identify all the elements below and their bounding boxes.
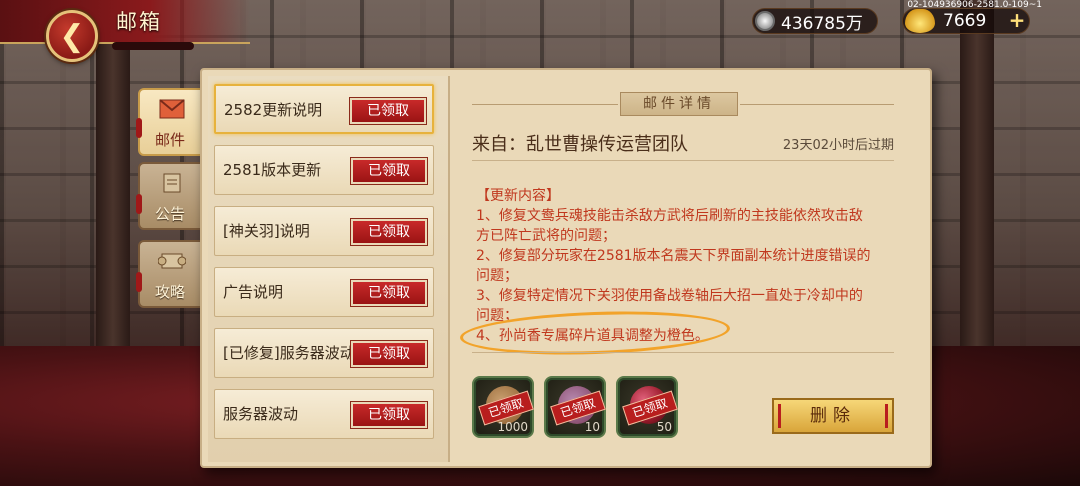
divider xyxy=(472,352,894,353)
claimed-badge: 已领取 xyxy=(349,97,427,125)
mail-icon xyxy=(159,99,185,119)
tab-guide-label: 攻略 xyxy=(154,283,185,301)
tab-guide[interactable]: 攻略 xyxy=(138,240,202,308)
claimed-badge: 已领取 xyxy=(350,218,428,246)
mail-expire: 23天02小时后过期 xyxy=(782,138,894,153)
mail-subject: 广告说明 xyxy=(223,283,284,301)
tab-notice[interactable]: 公告 xyxy=(138,162,202,230)
attachment-qty: 50 xyxy=(656,420,672,434)
mail-list-item[interactable]: [已修复]服务器波动 已领取 xyxy=(214,328,434,378)
attachment-item[interactable]: 已领取 50 xyxy=(616,376,678,438)
claimed-badge: 已领取 xyxy=(350,401,428,429)
add-gold-button[interactable]: + xyxy=(1007,10,1027,31)
divider xyxy=(472,104,618,105)
claimed-badge: 已领取 xyxy=(350,157,428,185)
mail-list-item[interactable]: [神关羽]说明 已领取 xyxy=(214,206,434,256)
tab-mail[interactable]: 邮件 xyxy=(138,88,202,156)
mail-subject: 2582更新说明 xyxy=(224,101,323,119)
attachment-item[interactable]: 已领取 1000 xyxy=(472,376,534,438)
mail-subject: 服务器波动 xyxy=(223,405,299,423)
divider xyxy=(472,160,894,161)
silver-counter: 436785万 xyxy=(752,8,878,34)
delete-button[interactable]: 删除 xyxy=(772,398,894,434)
mail-list-item[interactable]: 2582更新说明 已领取 xyxy=(214,84,434,134)
silver-amount: 436785万 xyxy=(781,13,863,34)
attachment-qty: 10 xyxy=(584,420,600,434)
mail-list-item[interactable]: 2581版本更新 已领取 xyxy=(214,145,434,195)
attachment-item[interactable]: 已领取 10 xyxy=(544,376,606,438)
divider xyxy=(740,104,894,105)
title-underline xyxy=(112,42,194,50)
page-title: 邮箱 xyxy=(116,10,162,34)
mail-list-item[interactable]: 广告说明 已领取 xyxy=(214,267,434,317)
claimed-badge: 已领取 xyxy=(350,279,428,307)
attachment-qty: 1000 xyxy=(497,420,528,434)
claimed-badge: 已领取 xyxy=(350,340,428,368)
back-button[interactable]: ❮ xyxy=(46,10,98,62)
scroll-icon xyxy=(158,253,186,269)
gold-ingot-icon xyxy=(905,9,935,33)
mail-list-item[interactable]: 服务器波动 已领取 xyxy=(214,389,434,439)
tassel-decoration xyxy=(136,272,142,292)
mail-subject: 2581版本更新 xyxy=(223,161,322,179)
mail-detail: 邮件详情 来自：乱世曹操传运营团队 23天02小时后过期 【更新内容】 1、修复… xyxy=(459,76,926,462)
tab-notice-label: 公告 xyxy=(154,205,185,223)
tassel-decoration xyxy=(136,118,142,138)
gold-counter: 7669 + xyxy=(902,8,1030,34)
tab-mail-label: 邮件 xyxy=(154,131,185,149)
mail-panel: 2582更新说明 已领取 2581版本更新 已领取 [神关羽]说明 已领取 广告… xyxy=(200,68,942,476)
notice-icon xyxy=(163,173,181,193)
chevron-left-icon: ❮ xyxy=(59,18,85,54)
mail-subject: [神关羽]说明 xyxy=(223,222,310,240)
silver-coin-icon xyxy=(755,11,775,31)
mail-sender: 来自：乱世曹操传运营团队 xyxy=(472,134,688,155)
gold-amount: 7669 xyxy=(943,11,987,31)
tassel-decoration xyxy=(136,194,142,214)
mail-list: 2582更新说明 已领取 2581版本更新 已领取 [神关羽]说明 已领取 广告… xyxy=(208,76,450,462)
detail-header: 邮件详情 xyxy=(620,92,738,116)
mail-subject: [已修复]服务器波动 xyxy=(223,344,355,362)
